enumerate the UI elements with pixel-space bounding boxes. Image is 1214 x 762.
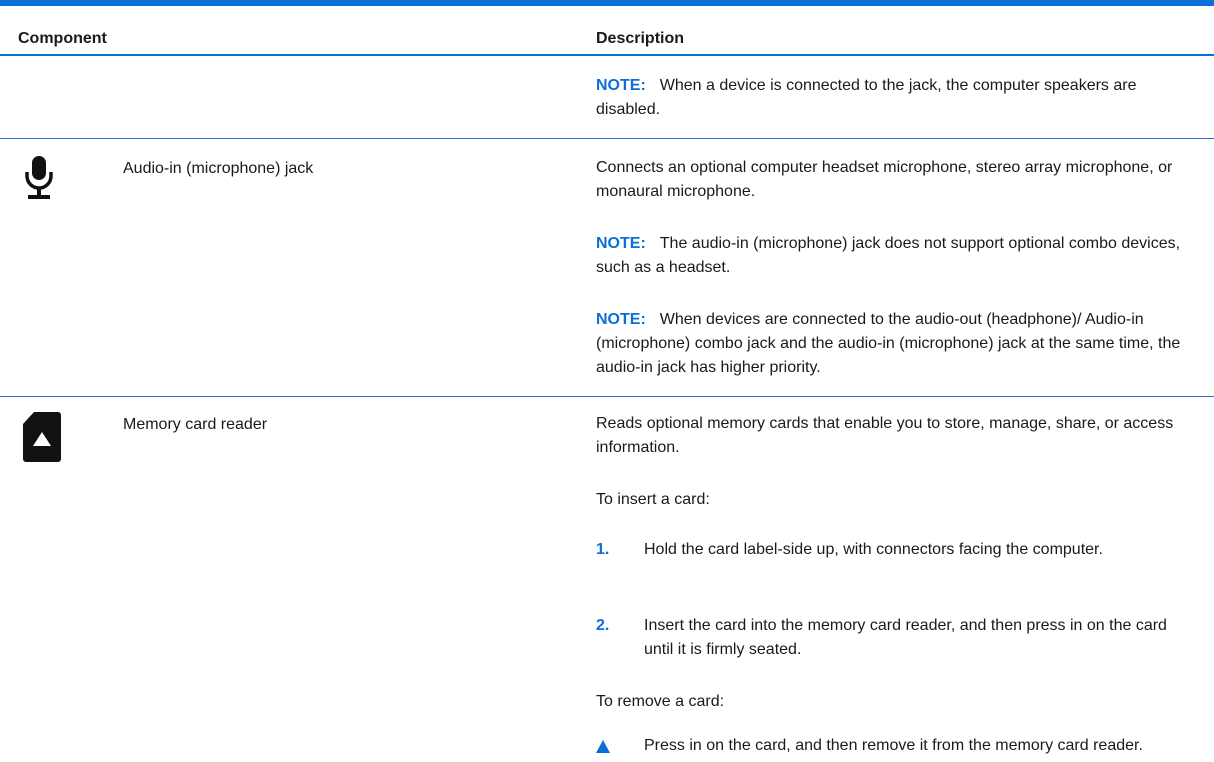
step-number: 2. bbox=[596, 617, 610, 634]
bullet-triangle-icon bbox=[596, 740, 610, 753]
header-component: Component bbox=[18, 30, 107, 47]
component-name-card-reader: Memory card reader bbox=[123, 416, 268, 433]
note-speakers-disabled: NOTE: When a device is connected to the j… bbox=[596, 74, 1196, 122]
step-number: 1. bbox=[596, 541, 610, 558]
note-text: When devices are connected to the audio-… bbox=[596, 311, 1181, 376]
note-mic-priority: NOTE: When devices are connected to the a… bbox=[596, 308, 1196, 380]
note-text: The audio-in (microphone) jack does not … bbox=[596, 235, 1181, 276]
note-text: When a device is connected to the jack, … bbox=[596, 77, 1137, 118]
row-divider bbox=[0, 138, 1214, 139]
row-divider bbox=[0, 396, 1214, 397]
table-top-border bbox=[0, 0, 1214, 6]
insert-heading: To insert a card: bbox=[596, 491, 710, 508]
note-label: NOTE: bbox=[596, 235, 646, 252]
remove-heading: To remove a card: bbox=[596, 693, 725, 710]
table-header: Component Description bbox=[0, 8, 1214, 54]
note-mic-combo: NOTE: The audio-in (microphone) jack does… bbox=[596, 232, 1196, 280]
step-text: Hold the card label-side up, with connec… bbox=[644, 541, 1103, 558]
header-divider bbox=[0, 54, 1214, 56]
memory-card-icon bbox=[22, 410, 62, 469]
note-label: NOTE: bbox=[596, 77, 646, 94]
description-mic: Connects an optional computer headset mi… bbox=[596, 159, 1173, 200]
component-name-mic: Audio-in (microphone) jack bbox=[123, 160, 314, 177]
microphone-icon bbox=[22, 154, 56, 209]
description-card-reader: Reads optional memory cards that enable … bbox=[596, 415, 1174, 456]
step-text: Insert the card into the memory card rea… bbox=[644, 617, 1167, 658]
note-label: NOTE: bbox=[596, 311, 646, 328]
header-description: Description bbox=[596, 30, 685, 47]
remove-step-text: Press in on the card, and then remove it… bbox=[644, 737, 1143, 754]
